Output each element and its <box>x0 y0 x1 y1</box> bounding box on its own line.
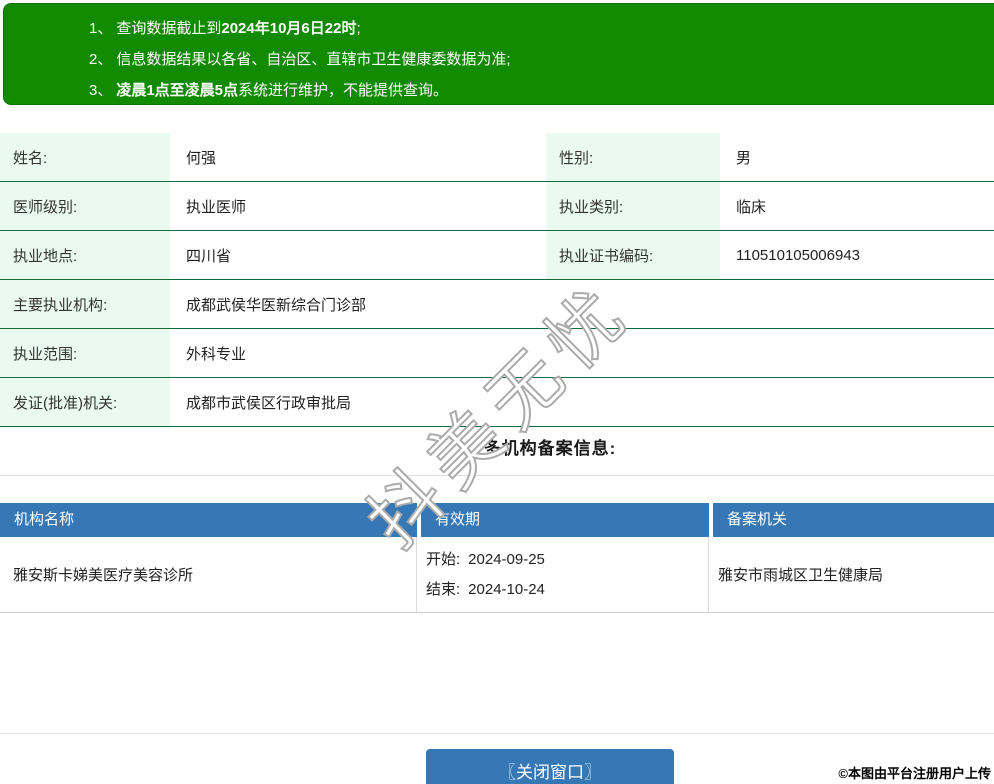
license-number-label: 执业证书编码: <box>546 230 720 280</box>
notice-text-bold: 凌晨1点至凌晨5点 <box>116 82 239 99</box>
filing-col-validity-header: 有效期 <box>421 503 709 537</box>
info-row-level-category: 医师级别: 执业医师 执业类别: 临床 <box>0 181 994 231</box>
notice-number: 3、 <box>89 82 113 99</box>
gender-value: 男 <box>720 133 994 182</box>
query-result-page: 1、 查询数据截止到2024年10月6日22时; 2、 信息数据结果以各省、自治区、… <box>0 0 994 784</box>
notice-text: 信息数据结果以各省、自治区、直辖市卫生健康委数据为准; <box>116 51 511 68</box>
notice-text: 系统进行维护，不能提供查询。 <box>238 82 449 99</box>
notice-line-3: 3、 凌晨1点至凌晨5点系统进行维护，不能提供查询。 <box>89 75 994 106</box>
bottom-divider <box>0 733 994 734</box>
filing-table: 机构名称 有效期 备案机关 雅安斯卡娣美医疗美容诊所 开始: 2024-09-25… <box>0 503 994 613</box>
filing-org-cell: 雅安斯卡娣美医疗美容诊所 <box>0 537 417 612</box>
practice-scope-value: 外科专业 <box>170 328 994 378</box>
name-value: 何强 <box>170 133 546 182</box>
main-institution-label: 主要执业机构: <box>0 279 170 329</box>
start-date: 2024-09-25 <box>468 550 545 568</box>
practice-category-value: 临床 <box>720 181 994 231</box>
notice-line-1: 1、 查询数据截止到2024年10月6日22时; <box>89 13 994 44</box>
gender-label: 性别: <box>546 133 720 182</box>
notice-banner: 1、 查询数据截止到2024年10月6日22时; 2、 信息数据结果以各省、自治区、… <box>3 3 994 105</box>
name-label: 姓名: <box>0 133 170 182</box>
multi-org-filing-title: 多机构备案信息: <box>0 421 994 476</box>
license-number-value: 110510105006943 <box>720 230 994 280</box>
filing-authority-cell: 雅安市雨城区卫生健康局 <box>718 567 884 584</box>
notice-line-2: 2、 信息数据结果以各省、自治区、直辖市卫生健康委数据为准; <box>89 44 994 75</box>
info-row-practice-scope: 执业范围: 外科专业 <box>0 328 994 378</box>
notice-text: ; <box>356 20 361 37</box>
practice-category-label: 执业类别: <box>546 181 720 231</box>
practice-location-label: 执业地点: <box>0 230 170 280</box>
start-label: 开始: <box>426 550 461 568</box>
practitioner-info-table: 姓名: 何强 性别: 男 医师级别: 执业医师 执业类别: 临床 执业地点: 四… <box>0 133 994 427</box>
notice-text: 查询数据截止到 <box>116 20 222 37</box>
info-row-location-license: 执业地点: 四川省 执业证书编码: 110510105006943 <box>0 230 994 280</box>
validity-start-line: 开始: 2024-09-25 <box>426 545 708 575</box>
end-label: 结束: <box>426 580 461 598</box>
upload-credit: ©本图由平台注册用户上传 <box>838 766 991 781</box>
issuing-authority-value: 成都市武侯区行政审批局 <box>170 377 994 427</box>
filing-col-authority-header: 备案机关 <box>713 503 994 537</box>
main-institution-value: 成都武侯华医新综合门诊部 <box>170 279 994 329</box>
issuing-authority-label: 发证(批准)机关: <box>0 377 170 427</box>
practice-location-value: 四川省 <box>170 230 546 280</box>
notice-number: 1、 <box>89 20 113 37</box>
notice-text-bold: 2024年10月6日22时 <box>221 20 357 37</box>
filing-table-header: 机构名称 有效期 备案机关 <box>0 503 994 537</box>
validity-end-line: 结束: 2024-10-24 <box>426 575 708 605</box>
info-row-issuing-authority: 发证(批准)机关: 成都市武侯区行政审批局 <box>0 377 994 427</box>
end-date: 2024-10-24 <box>468 580 545 598</box>
practice-scope-label: 执业范围: <box>0 328 170 378</box>
filing-validity-cell: 开始: 2024-09-25 结束: 2024-10-24 <box>417 537 709 612</box>
notice-number: 2、 <box>89 51 113 68</box>
info-row-name-gender: 姓名: 何强 性别: 男 <box>0 133 994 182</box>
filing-table-row: 雅安斯卡娣美医疗美容诊所 开始: 2024-09-25 结束: 2024-10-24… <box>0 537 994 613</box>
close-window-button[interactable]: 〖关闭窗口〗 <box>426 749 674 784</box>
filing-col-org-header: 机构名称 <box>0 503 417 537</box>
doctor-level-label: 医师级别: <box>0 181 170 231</box>
content-area: 1、 查询数据截止到2024年10月6日22时; 2、 信息数据结果以各省、自治区、… <box>0 0 994 784</box>
info-row-main-institution: 主要执业机构: 成都武侯华医新综合门诊部 <box>0 279 994 329</box>
doctor-level-value: 执业医师 <box>170 181 546 231</box>
